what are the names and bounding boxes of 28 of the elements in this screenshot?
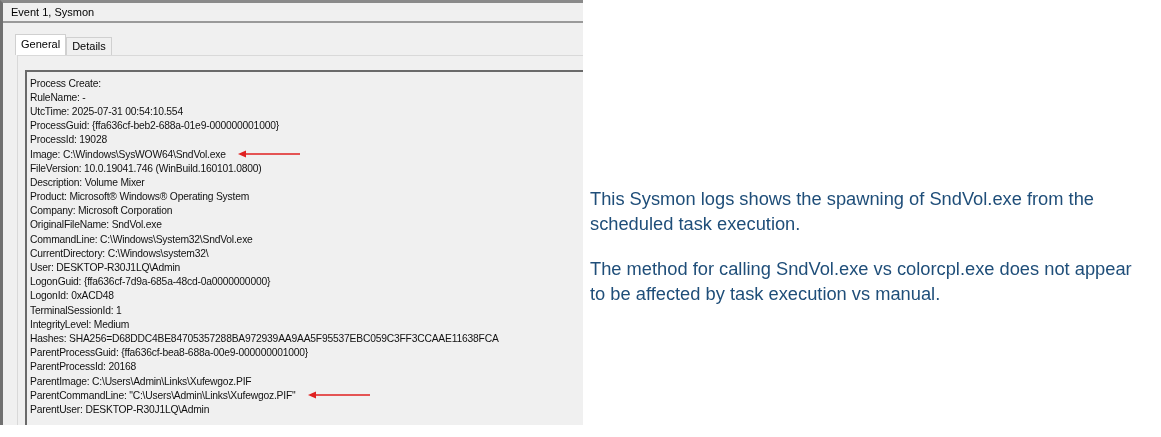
note-paragraph: The method for calling SndVol.exe vs colorcpl.exe does not appear to be affected by task execution vs manual. xyxy=(590,257,1133,306)
event-line: ProcessId: 19028 xyxy=(30,134,107,146)
event-line: ProcessGuid: {ffa636cf-beb2-688a-01e9-000000001000} xyxy=(30,120,279,132)
event-line: RuleName: - xyxy=(30,91,86,103)
tab[interactable]: General xyxy=(15,34,67,55)
event-line: Hashes: SHA256=D68DDC4BE84705357288BA972939AA9AA5F95537EBC059C3FF3CCAAE11638FCA xyxy=(30,332,499,344)
event-line: TerminalSessionId: 1 xyxy=(30,304,122,316)
event-line: Image: C:\Windows\SysWOW64\SndVol.exe xyxy=(30,148,226,160)
event-line: Description: Volume Mixer xyxy=(30,176,145,188)
event-line: Process Create: xyxy=(30,77,101,89)
event-line: LogonGuid: {ffa636cf-7d9a-685a-48cd-0a0000000000} xyxy=(30,276,271,288)
event-line: UtcTime: 2025-07-31 00:54:10.554 xyxy=(30,105,183,117)
event-line: CommandLine: C:\Windows\System32\SndVol.exe xyxy=(30,233,253,245)
event-line: IntegrityLevel: Medium xyxy=(30,318,130,330)
event-line: CurrentDirectory: C:\Windows\system32\ xyxy=(30,247,209,259)
event-line: ParentProcessId: 20168 xyxy=(30,361,137,373)
event-line: Company: Microsoft Corporation xyxy=(30,205,173,217)
event-line: ParentImage: C:\Users\Admin\Links\Xufewgoz.PIF xyxy=(30,375,252,387)
event-line: User: DESKTOP-R30J1LQ\Admin xyxy=(30,262,181,274)
event-line: ParentProcessGuid: {ffa636cf-bea8-688a-00e9-000000001000} xyxy=(30,347,309,359)
event-line: Product: Microsoft® Windows® Operating System xyxy=(30,191,250,203)
note-paragraph: This Sysmon logs shows the spawning of SndVol.exe from the scheduled task execution. xyxy=(590,187,1095,236)
tab[interactable]: Details xyxy=(66,37,112,55)
event-line: FileVersion: 10.0.19041.746 (WinBuild.160101.0800) xyxy=(30,162,262,174)
event-line: ParentCommandLine: "C:\Users\Admin\Links\Xufewgoz.PIF" xyxy=(30,389,296,401)
event-line: LogonId: 0xACD48 xyxy=(30,290,114,302)
event-line: ParentUser: DESKTOP-R30J1LQ\Admin xyxy=(30,403,210,415)
event-line: OriginalFileName: SndVol.exe xyxy=(30,219,162,231)
